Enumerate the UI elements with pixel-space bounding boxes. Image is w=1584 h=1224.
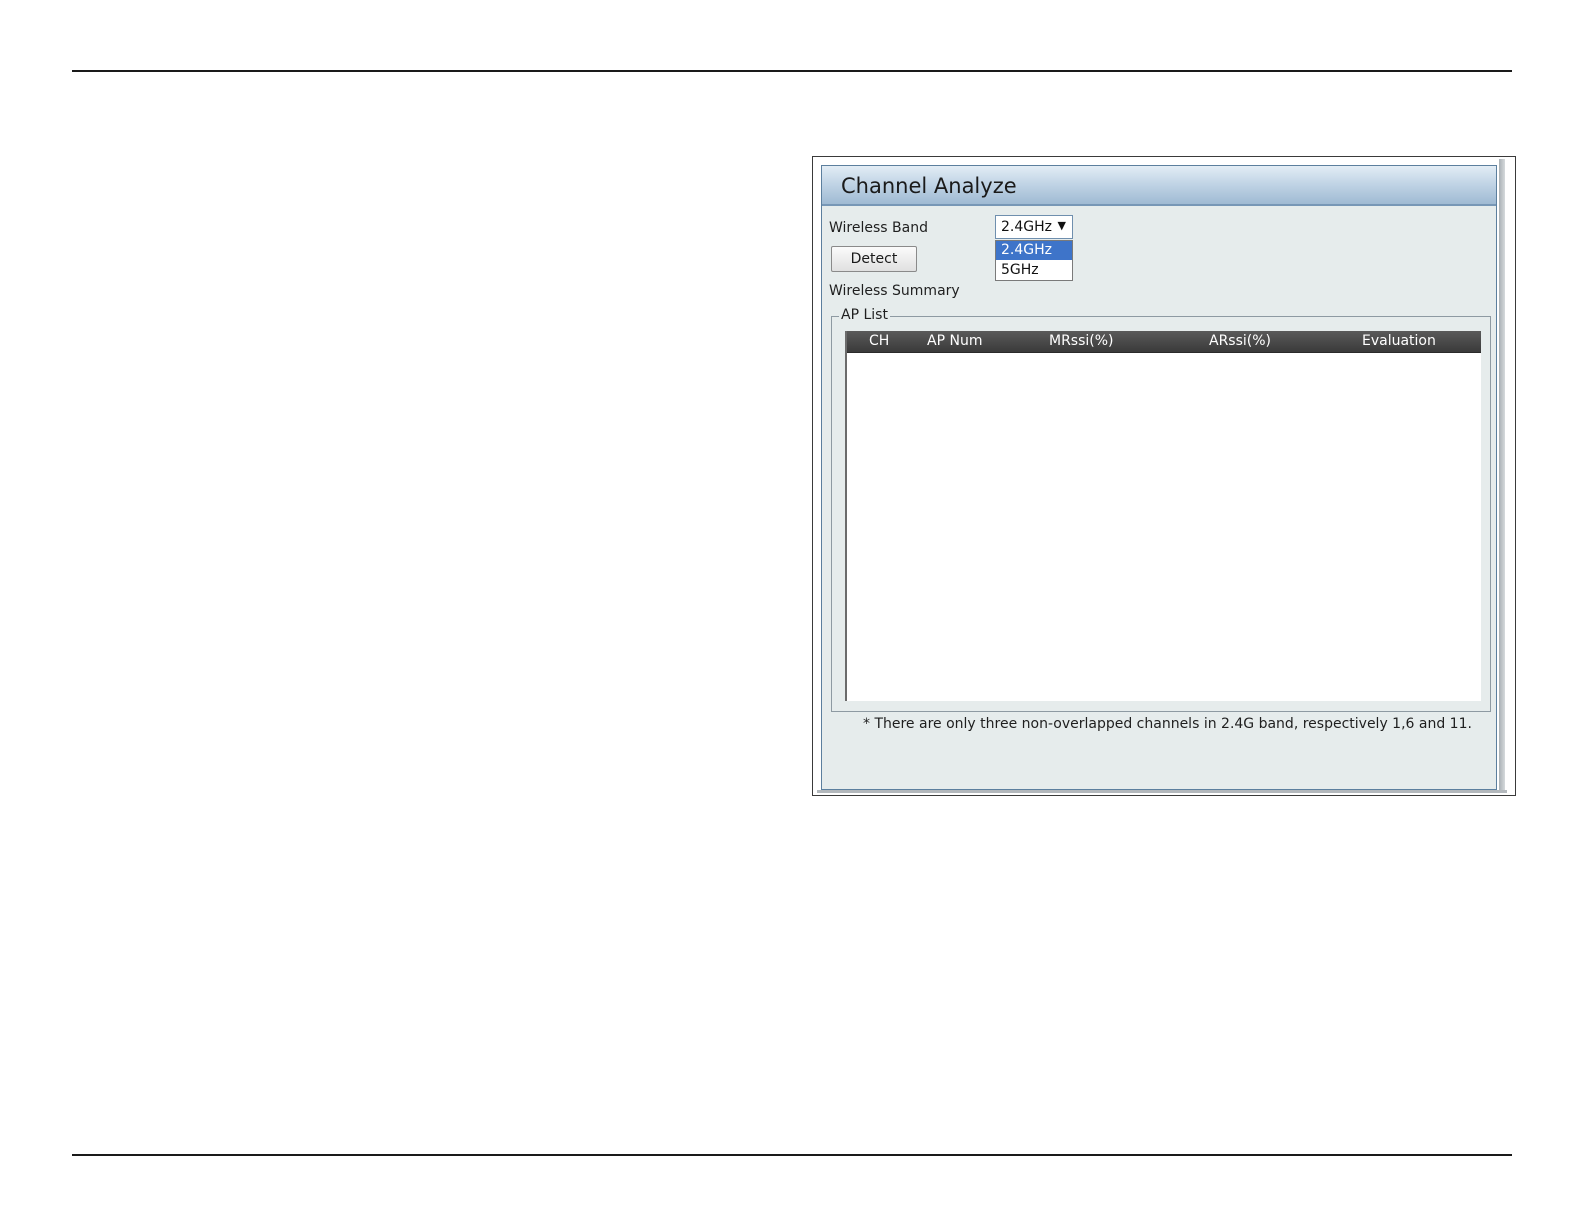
channel-analyze-screenshot: Channel Analyze Wireless Band 2.4GHz ▼ 2… [812, 156, 1516, 796]
column-header-mrssi[interactable]: MRssi(%) [1049, 333, 1114, 349]
wireless-summary-label: Wireless Summary [829, 283, 960, 299]
band-option-2-4ghz[interactable]: 2.4GHz [996, 241, 1072, 260]
wireless-band-selected-value: 2.4GHz [1001, 219, 1052, 235]
wireless-band-dropdown-list: 2.4GHz 5GHz [995, 240, 1073, 281]
column-header-evaluation[interactable]: Evaluation [1362, 333, 1436, 349]
triangle-down-icon: ▼ [1057, 219, 1066, 232]
panel-title: Channel Analyze [841, 174, 1017, 198]
channel-analyze-panel: Channel Analyze Wireless Band 2.4GHz ▼ 2… [821, 165, 1497, 790]
wireless-band-label: Wireless Band [829, 220, 928, 236]
ap-list-table-header: CH AP Num MRssi(%) ARssi(%) Evaluation [847, 331, 1481, 353]
top-divider-line [72, 70, 1512, 72]
ap-list-legend: AP List [839, 307, 890, 323]
band-option-5ghz[interactable]: 5GHz [996, 261, 1072, 280]
channel-footnote: * There are only three non-overlapped ch… [863, 716, 1472, 732]
ap-list-table: CH AP Num MRssi(%) ARssi(%) Evaluation [845, 331, 1481, 701]
column-header-arssi[interactable]: ARssi(%) [1209, 333, 1271, 349]
column-header-ch[interactable]: CH [869, 333, 889, 349]
panel-shadow-bottom [817, 790, 1507, 793]
column-header-ap-num[interactable]: AP Num [927, 333, 982, 349]
wireless-band-select[interactable]: 2.4GHz ▼ [995, 215, 1073, 239]
detect-button[interactable]: Detect [831, 246, 917, 272]
panel-shadow-right [1499, 159, 1505, 793]
bottom-divider-line [72, 1154, 1512, 1156]
panel-header: Channel Analyze [822, 166, 1496, 206]
